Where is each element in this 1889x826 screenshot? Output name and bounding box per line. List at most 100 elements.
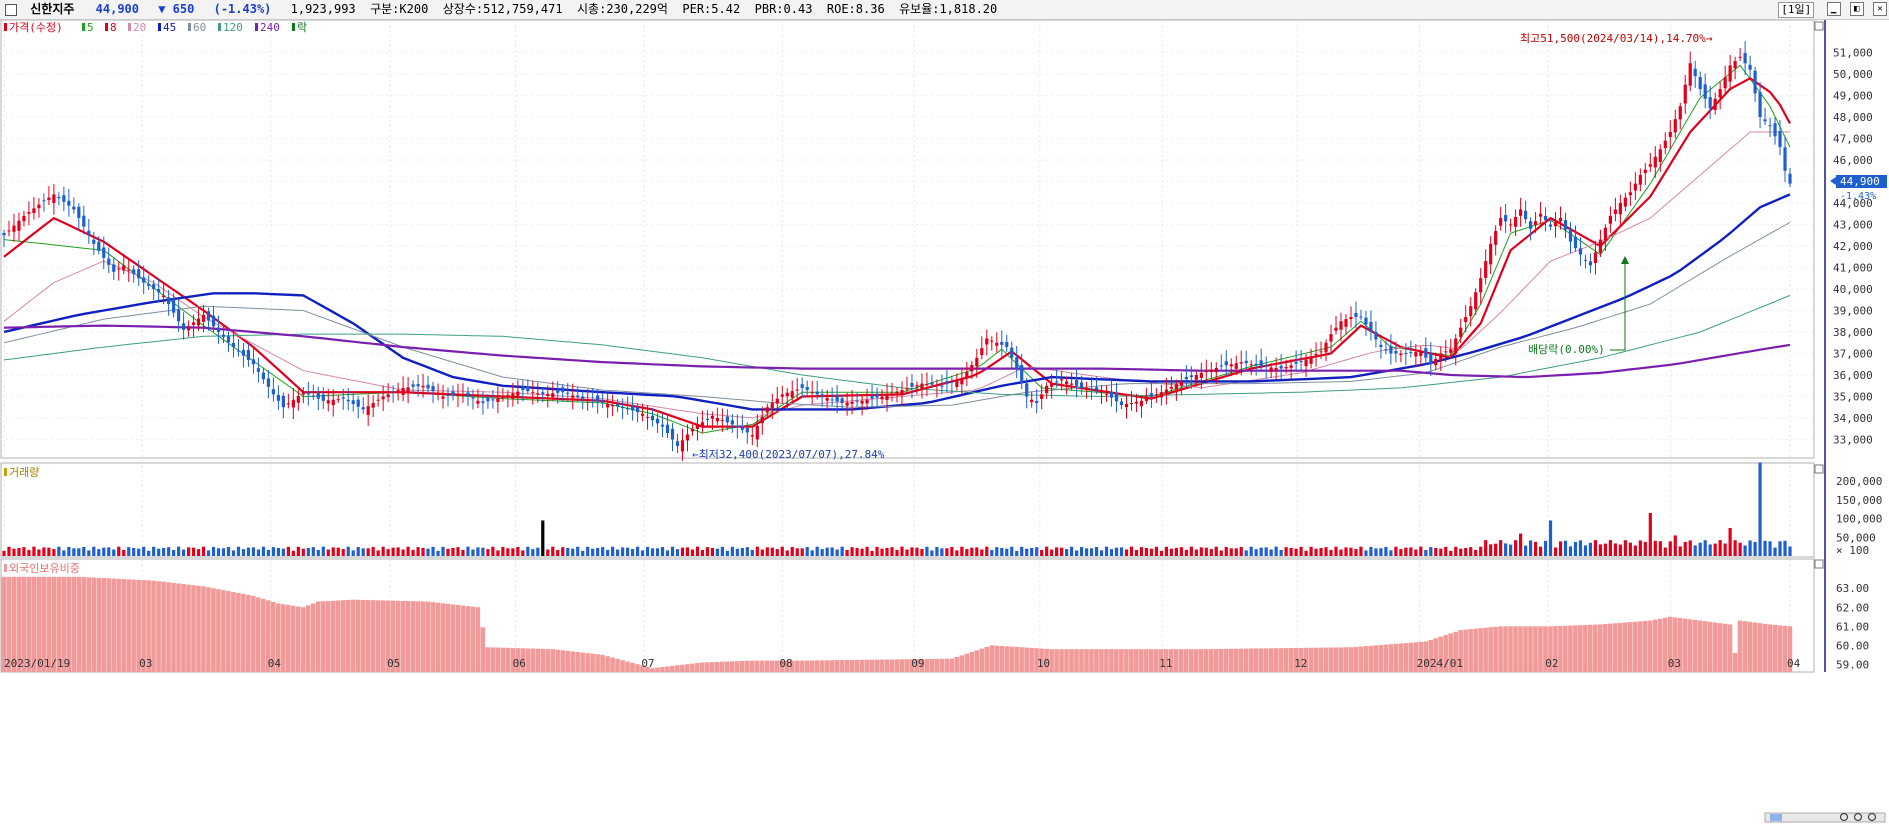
volume-bar: [1214, 546, 1218, 556]
foreign-ratio-bar: [1717, 623, 1723, 672]
foreign-ratio-bar: [959, 655, 965, 672]
volume-bar: [885, 547, 889, 556]
candle-body: [1459, 327, 1463, 338]
volume-bar: [122, 549, 126, 556]
close-icon[interactable]: ✕: [1873, 2, 1887, 16]
foreign-ratio-bar: [81, 577, 87, 672]
candle-body: [965, 372, 969, 378]
price-tick-label: 47,000: [1833, 133, 1873, 146]
volume-bar: [1169, 548, 1173, 556]
candle-body: [750, 435, 754, 437]
candle-body: [1763, 119, 1767, 122]
volume-bar: [1449, 550, 1453, 556]
volume-bar: [566, 547, 570, 556]
volume-bar: [1219, 550, 1223, 556]
volume-panel-minimize-icon[interactable]: [1814, 464, 1824, 474]
date-tick-label: 06: [513, 657, 526, 670]
volume-bar: [396, 547, 400, 556]
volume-bar: [611, 546, 615, 556]
foreign-ratio-bar: [335, 600, 341, 672]
volume-bar: [541, 520, 545, 556]
legend-ma-swatch: [188, 23, 191, 31]
foreign-ratio-bar: [191, 585, 196, 672]
foreign-ratio-bar: [1772, 624, 1778, 672]
candle-body: [945, 381, 949, 385]
foreign-ratio-bar: [1518, 626, 1523, 672]
volume-bar: [920, 549, 924, 556]
volume-bar: [1678, 546, 1682, 556]
restore-icon[interactable]: ◧: [1849, 2, 1864, 16]
volume-unit: × 100: [1836, 544, 1869, 557]
candle-body: [216, 327, 221, 332]
foreign-ratio-bar: [610, 657, 615, 672]
candle-body: [1149, 393, 1154, 397]
volume-bar: [1005, 548, 1009, 556]
volume-bar: [181, 549, 186, 556]
foreign-ratio-bar: [939, 658, 945, 672]
candle-body: [321, 394, 325, 401]
volume-bar: [97, 549, 101, 556]
select-checkbox[interactable]: [5, 4, 17, 16]
foreign-ratio-bar: [949, 658, 955, 672]
candle-body: [680, 440, 685, 452]
foreign-ratio-bar: [420, 601, 426, 672]
foreign-ratio-bar: [1223, 648, 1229, 672]
foreign-ratio-bar: [226, 591, 231, 672]
candle-body: [77, 206, 81, 219]
foreign-ratio-bar: [759, 660, 765, 672]
volume-bar: [27, 549, 31, 556]
candle-body: [316, 393, 320, 399]
candle-body: [1294, 361, 1298, 364]
price-panel-minimize-icon[interactable]: [1814, 21, 1824, 31]
foreign-ratio-bar: [924, 658, 930, 672]
volume-bar: [341, 549, 345, 556]
date-tick-label: 2024/01: [1417, 657, 1463, 670]
candle-body: [640, 413, 645, 416]
scroll-thumb[interactable]: [1770, 814, 1782, 821]
candle-body: [416, 384, 420, 387]
stock-chart[interactable]: 51,00050,00049,00048,00047,00046,00045,0…: [0, 20, 1889, 826]
foreign-ratio-bar: [370, 600, 376, 672]
horizontal-scrollbar[interactable]: [1764, 812, 1886, 823]
volume-bar: [1668, 541, 1672, 556]
candle-body: [1179, 381, 1183, 387]
legend-ma-label: 락: [297, 21, 307, 34]
candle-body: [1514, 216, 1518, 227]
volume-bar: [107, 547, 111, 556]
period-selector[interactable]: [1일]: [1778, 2, 1815, 18]
candle-body: [566, 392, 570, 394]
title-bar: 신한지주 44,900 ▼ 650 (-1.43%) 1,923,993 구분:…: [0, 0, 1889, 20]
dividend-annotation: 배당락(0.00%): [1528, 343, 1605, 356]
foreign-ratio-bar: [1064, 649, 1069, 672]
foreign-ratio-bar: [1213, 648, 1219, 672]
volume-bar: [1494, 543, 1498, 556]
volume-bar: [1104, 546, 1109, 556]
candle-body: [985, 338, 989, 345]
volume-bar: [725, 550, 729, 556]
foreign-panel-minimize-icon[interactable]: [1814, 559, 1824, 569]
foreign-ratio-bar: [320, 601, 326, 672]
candle-body: [486, 397, 490, 402]
candle-body: [296, 395, 300, 403]
volume-bar: [221, 548, 226, 556]
volume-bar: [1763, 540, 1767, 556]
candle-body: [685, 434, 690, 441]
candle-body: [1154, 394, 1159, 396]
foreign-ratio-bar: [630, 662, 635, 672]
volume-bar: [1289, 547, 1293, 556]
candle-body: [221, 334, 226, 338]
minimize-icon[interactable]: ▁: [1826, 2, 1841, 16]
foreign-ratio-bar: [1059, 649, 1064, 672]
candle-body: [376, 399, 380, 401]
volume-bar: [630, 549, 635, 556]
volume-bar: [935, 546, 939, 556]
candle-body: [870, 396, 874, 399]
foreign-ratio-bar: [121, 579, 126, 672]
candle-body: [1573, 236, 1578, 249]
foreign-ratio-bar: [1468, 629, 1473, 672]
foreign-ratio-bar: [545, 649, 550, 672]
foreign-ratio-bar: [460, 605, 466, 672]
candle-body: [336, 399, 340, 401]
foreign-ratio-bar: [1308, 647, 1314, 672]
volume-bar: [157, 548, 161, 556]
